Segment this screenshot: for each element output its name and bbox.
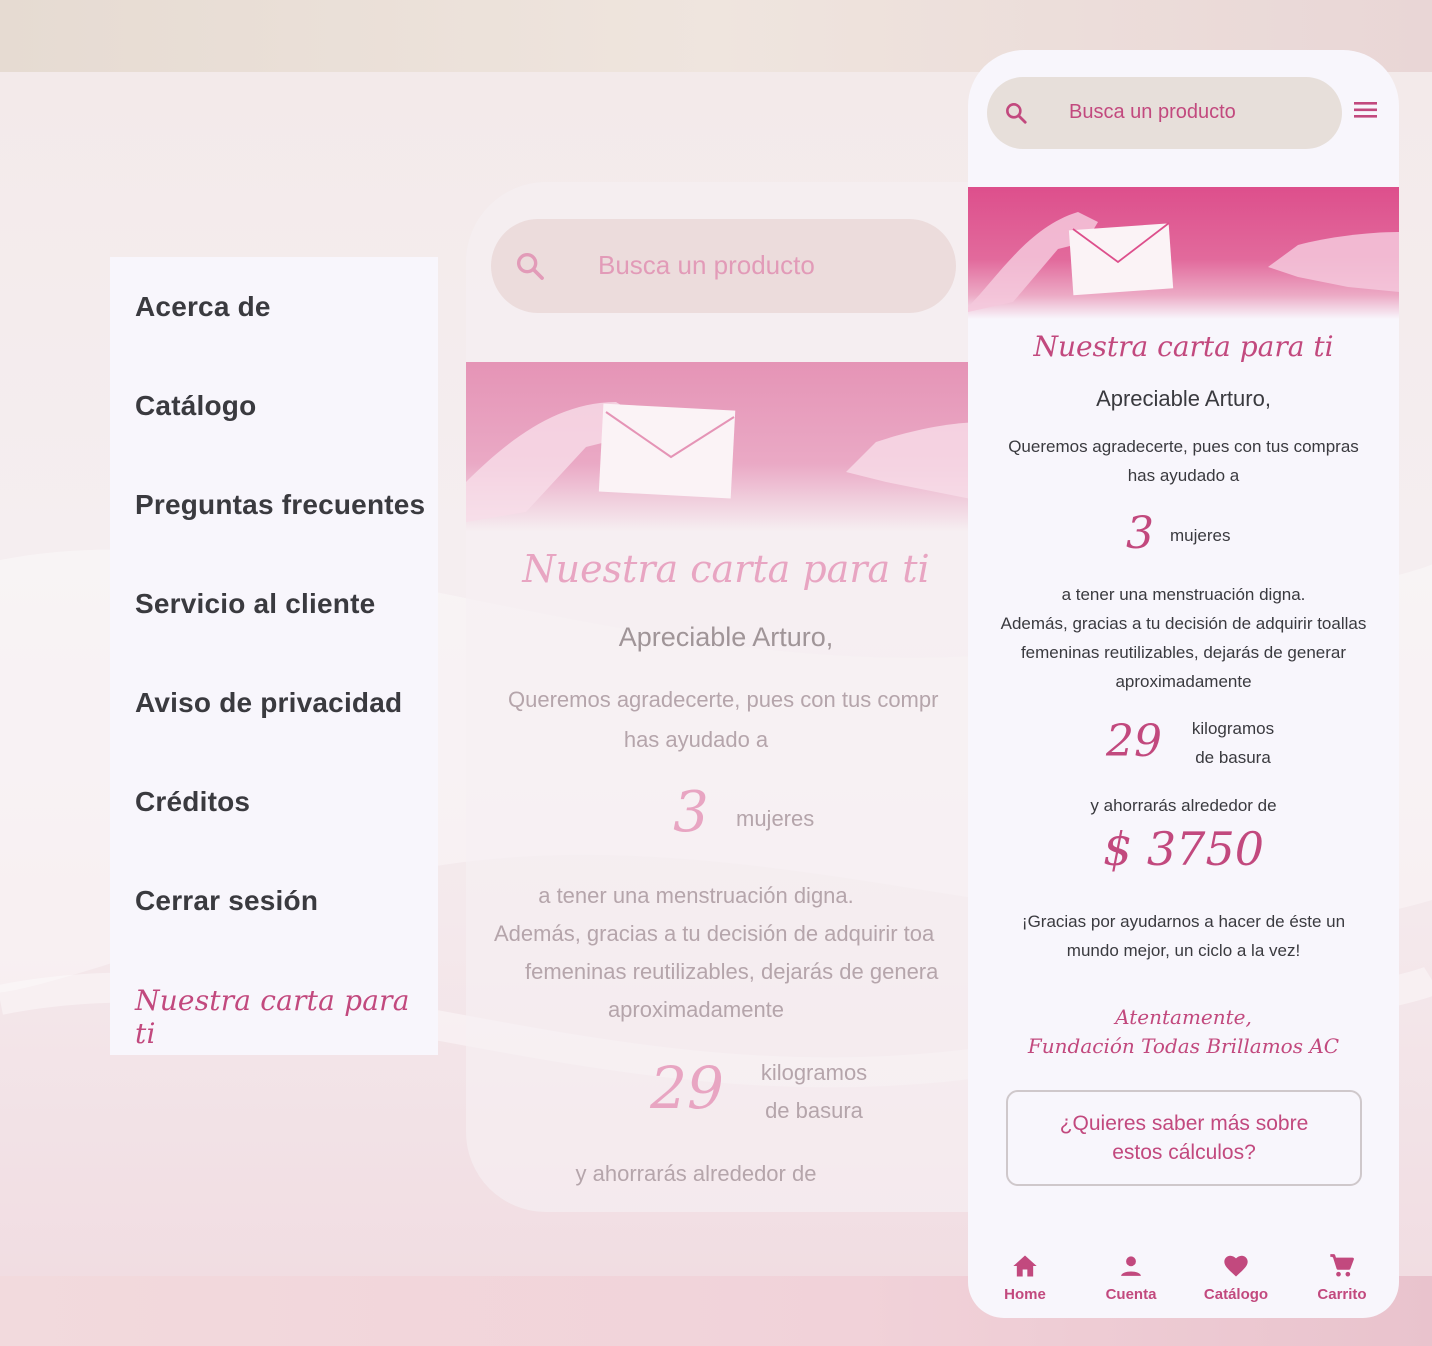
ghost-line-a: a tener una menstruación digna. bbox=[538, 883, 854, 908]
nav-catalogo[interactable]: Catálogo bbox=[1191, 1252, 1281, 1303]
signature-line1: Atentamente, bbox=[1115, 1005, 1252, 1029]
ghost-search-placeholder: Busca un producto bbox=[598, 250, 815, 280]
nav-home-label: Home bbox=[1004, 1286, 1046, 1303]
menu-item-aviso-de-privacidad[interactable]: Aviso de privacidad bbox=[135, 687, 402, 719]
ghost-kg-label2: de basura bbox=[765, 1098, 863, 1123]
ghost-kg-count: 29 bbox=[650, 1054, 724, 1122]
ghost-banner-illustration bbox=[466, 362, 986, 532]
phone-screen: Busca un producto Nuestra carta para ti … bbox=[968, 50, 1399, 1318]
hamburger-menu-icon[interactable] bbox=[1353, 100, 1379, 125]
side-menu: Acerca de Catálogo Preguntas frecuentes … bbox=[110, 257, 438, 1055]
line-b: Además, gracias a tu decisión de adquiri… bbox=[1000, 614, 1367, 633]
kg-count: 29 bbox=[1106, 716, 1162, 767]
search-input[interactable]: Busca un producto bbox=[1069, 101, 1236, 124]
menu-item-creditos[interactable]: Créditos bbox=[135, 786, 250, 818]
greeting: Apreciable Arturo, bbox=[1096, 386, 1271, 411]
letter-title: Nuestra carta para ti bbox=[1033, 330, 1334, 363]
bottom-navigation: Home Cuenta Catálogo Carrito bbox=[968, 1240, 1399, 1318]
menu-item-preguntas-frecuentes[interactable]: Preguntas frecuentes bbox=[135, 489, 425, 521]
ghost-women-label: mujeres bbox=[736, 806, 815, 831]
ghost-intro-line2: has ayudado a bbox=[623, 727, 769, 752]
search-icon bbox=[1003, 100, 1029, 131]
ghost-line-c: femeninas reutilizables, dejarás de gene… bbox=[525, 959, 939, 984]
nav-cuenta-label: Cuenta bbox=[1105, 1286, 1157, 1303]
women-count: 3 bbox=[1126, 508, 1154, 559]
search-bar[interactable]: Busca un producto bbox=[987, 77, 1342, 149]
ghost-letter-title: Nuestra carta para ti bbox=[522, 547, 930, 591]
home-icon bbox=[980, 1252, 1070, 1280]
nav-home[interactable]: Home bbox=[980, 1252, 1070, 1303]
intro-line2: has ayudado a bbox=[1127, 466, 1240, 485]
person-icon bbox=[1086, 1252, 1176, 1280]
nav-carrito-label: Carrito bbox=[1317, 1286, 1367, 1303]
menu-item-cerrar-sesion[interactable]: Cerrar sesión bbox=[135, 885, 318, 917]
menu-item-catalogo[interactable]: Catálogo bbox=[135, 390, 256, 422]
menu-item-servicio-al-cliente[interactable]: Servicio al cliente bbox=[135, 588, 375, 620]
nav-carrito[interactable]: Carrito bbox=[1297, 1252, 1387, 1303]
menu-item-acerca-de[interactable]: Acerca de bbox=[135, 291, 271, 323]
signature-line2: Fundación Todas Brillamos AC bbox=[1027, 1034, 1340, 1058]
line-a: a tener una menstruación digna. bbox=[1061, 585, 1306, 604]
hands-envelope-banner bbox=[968, 187, 1399, 319]
search-icon bbox=[513, 249, 547, 288]
thanks-line1: ¡Gracias por ayudarnos a hacer de éste u… bbox=[1021, 912, 1346, 931]
save-line: y ahorrarás alrededor de bbox=[1090, 796, 1277, 815]
intro-line1: Queremos agradecerte, pues con tus compr… bbox=[1008, 437, 1359, 456]
background-phone-preview: Busca un producto Nuestra carta para ti … bbox=[466, 182, 986, 1212]
line-c: femeninas reutilizables, dejarás de gene… bbox=[1020, 643, 1347, 662]
heart-icon bbox=[1191, 1252, 1281, 1280]
nav-cuenta[interactable]: Cuenta bbox=[1086, 1252, 1176, 1303]
thanks-line2: mundo mejor, un ciclo a la vez! bbox=[1066, 941, 1301, 960]
kg-label2: de basura bbox=[1195, 748, 1271, 767]
ghost-search-bar: Busca un producto bbox=[491, 219, 956, 313]
cart-icon bbox=[1297, 1252, 1387, 1280]
ghost-kg-label1: kilogramos bbox=[760, 1060, 868, 1085]
menu-item-nuestra-carta[interactable]: Nuestra carta para ti bbox=[135, 984, 438, 1050]
ghost-save-line: y ahorrarás alrededor de bbox=[575, 1161, 817, 1186]
ghost-women-count: 3 bbox=[673, 780, 709, 845]
kg-label1: kilogramos bbox=[1191, 719, 1275, 738]
ghost-greeting: Apreciable Arturo, bbox=[618, 622, 834, 652]
women-label: mujeres bbox=[1170, 526, 1231, 545]
ghost-line-d: aproximadamente bbox=[607, 997, 785, 1022]
more-info-button[interactable]: ¿Quieres saber más sobre estos cálculos? bbox=[1006, 1090, 1362, 1186]
money-saved: $ 3750 bbox=[1103, 822, 1264, 876]
line-d: aproximadamente bbox=[1115, 672, 1252, 691]
ghost-line-b: Además, gracias a tu decisión de adquiri… bbox=[494, 921, 935, 946]
nav-catalogo-label: Catálogo bbox=[1203, 1286, 1269, 1303]
ghost-intro-line1: Queremos agradecerte, pues con tus compr bbox=[508, 687, 939, 712]
